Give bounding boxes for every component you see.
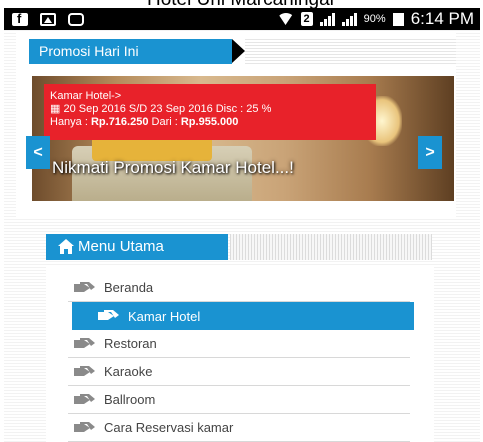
menu-item-ballroom[interactable]: Ballroom <box>68 386 410 414</box>
menu-item-beranda[interactable]: Beranda <box>68 274 410 302</box>
clock: 6:14 PM <box>410 9 474 28</box>
menu-title: Menu Utama <box>78 238 164 255</box>
slider-next-button[interactable]: > <box>418 136 442 169</box>
menu-header-pattern <box>230 234 432 260</box>
tags-icon <box>74 337 95 348</box>
tags-icon <box>74 421 95 432</box>
battery-icon <box>392 12 404 26</box>
menu-card: Beranda Kamar Hotel Restoran Karaoke Bal… <box>46 266 434 442</box>
tags-icon <box>74 281 95 292</box>
page: Promosi Hari Ini Kamar Hotel-> ▦ 20 Sep … <box>4 30 480 442</box>
menu-item-kamar-hotel[interactable]: Kamar Hotel <box>72 302 414 330</box>
menu-header: Menu Utama <box>46 234 228 260</box>
battery-percent: 90% <box>363 13 386 25</box>
promo-line-2: ▦ 20 Sep 2016 S/D 23 Sep 2016 Disc : 25 … <box>50 103 272 115</box>
chat-icon <box>68 12 84 26</box>
signal-icon <box>319 12 335 26</box>
slider-prev-button[interactable]: < <box>26 136 50 169</box>
price-now: Rp.716.250 <box>90 116 149 128</box>
price-was: Rp.955.000 <box>180 116 239 128</box>
calendar-icon: ▦ <box>50 103 64 115</box>
facebook-icon <box>12 11 28 26</box>
promo-ribbon: Promosi Hari Ini <box>29 39 245 64</box>
promo-line-3: Hanya : Rp.716.250 Dari : Rp.955.000 <box>50 116 239 128</box>
gallery-icon <box>40 12 56 26</box>
menu-item-cara-reservasi[interactable]: Cara Reservasi kamar <box>68 414 410 442</box>
menu-item-karaoke[interactable]: Karaoke <box>68 358 410 386</box>
tags-icon <box>74 365 95 376</box>
promo-info-box[interactable]: Kamar Hotel-> ▦ 20 Sep 2016 S/D 23 Sep 2… <box>44 84 376 140</box>
ribbon-pattern <box>245 39 456 64</box>
status-bar: 2 90% 6:14 PM <box>4 8 480 30</box>
slide-title: Nikmati Promosi Kamar Hotel...! <box>52 158 294 177</box>
tags-icon <box>98 310 119 320</box>
tags-icon <box>74 393 95 404</box>
menu-item-restoran[interactable]: Restoran <box>68 330 410 358</box>
wifi-icon <box>277 13 294 25</box>
home-icon <box>58 239 74 254</box>
signal-icon-2 <box>341 12 357 26</box>
promo-line-1: Kamar Hotel-> <box>50 90 122 102</box>
sim-badge: 2 <box>300 12 313 26</box>
promo-slider[interactable]: Kamar Hotel-> ▦ 20 Sep 2016 S/D 23 Sep 2… <box>32 76 454 201</box>
